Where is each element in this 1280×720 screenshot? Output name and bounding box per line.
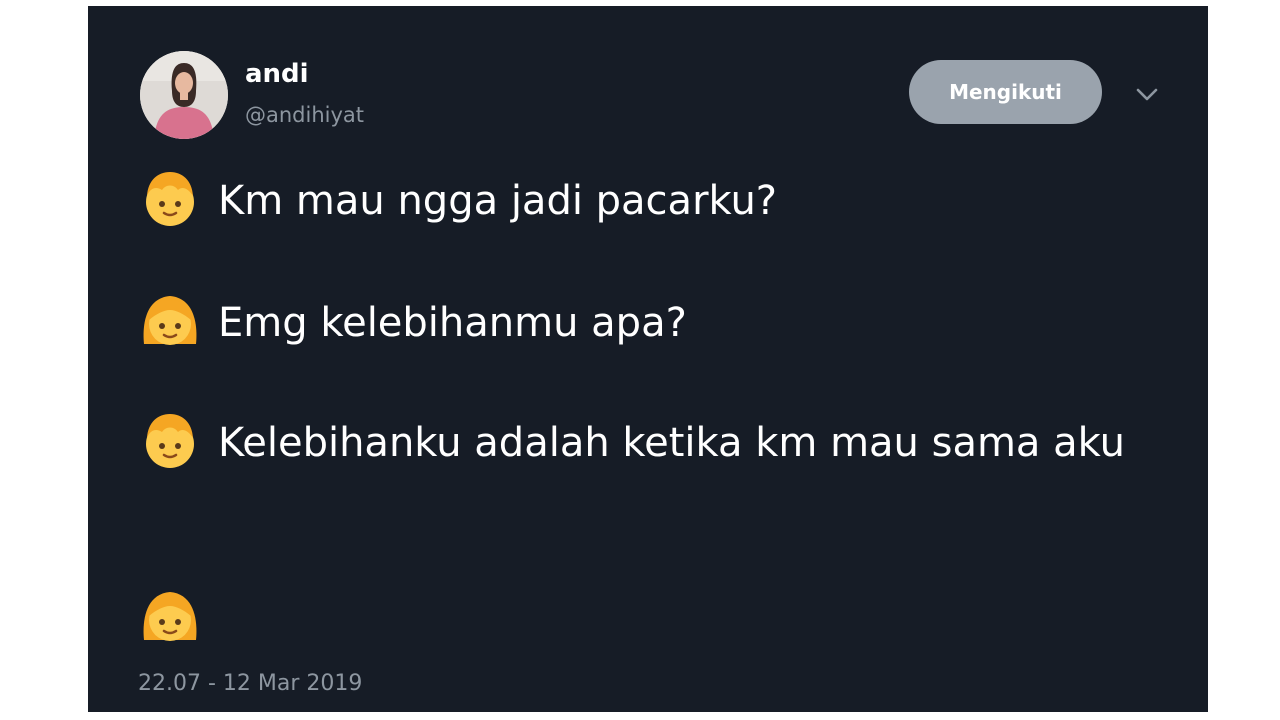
boy-emoji-icon <box>138 166 202 230</box>
girl-emoji-icon <box>138 288 202 352</box>
message-line: Km mau ngga jadi pacarku? <box>138 166 1178 230</box>
boy-emoji-icon <box>138 408 202 472</box>
avatar[interactable] <box>140 51 228 139</box>
message-line: Kelebihanku adalah ketika km mau sama ak… <box>138 408 1178 472</box>
author-display-name[interactable]: andi <box>245 58 309 90</box>
chevron-down-icon[interactable] <box>1134 84 1160 104</box>
message-text: Emg kelebihanmu apa? <box>218 300 687 346</box>
tweet-timestamp[interactable]: 22.07 - 12 Mar 2019 <box>138 671 362 696</box>
message-line: Emg kelebihanmu apa? <box>138 288 1178 352</box>
message-text: Km mau ngga jadi pacarku? <box>218 178 778 224</box>
message-line <box>138 584 1178 648</box>
message-text: Kelebihanku adalah ketika km mau sama ak… <box>218 420 1125 466</box>
avatar-photo <box>140 51 228 139</box>
tweet-card: andi @andihiyat Mengikuti Km mau ngga ja… <box>88 6 1208 712</box>
author-handle[interactable]: @andihiyat <box>245 102 364 128</box>
girl-emoji-icon <box>138 584 202 648</box>
following-button[interactable]: Mengikuti <box>909 60 1102 124</box>
